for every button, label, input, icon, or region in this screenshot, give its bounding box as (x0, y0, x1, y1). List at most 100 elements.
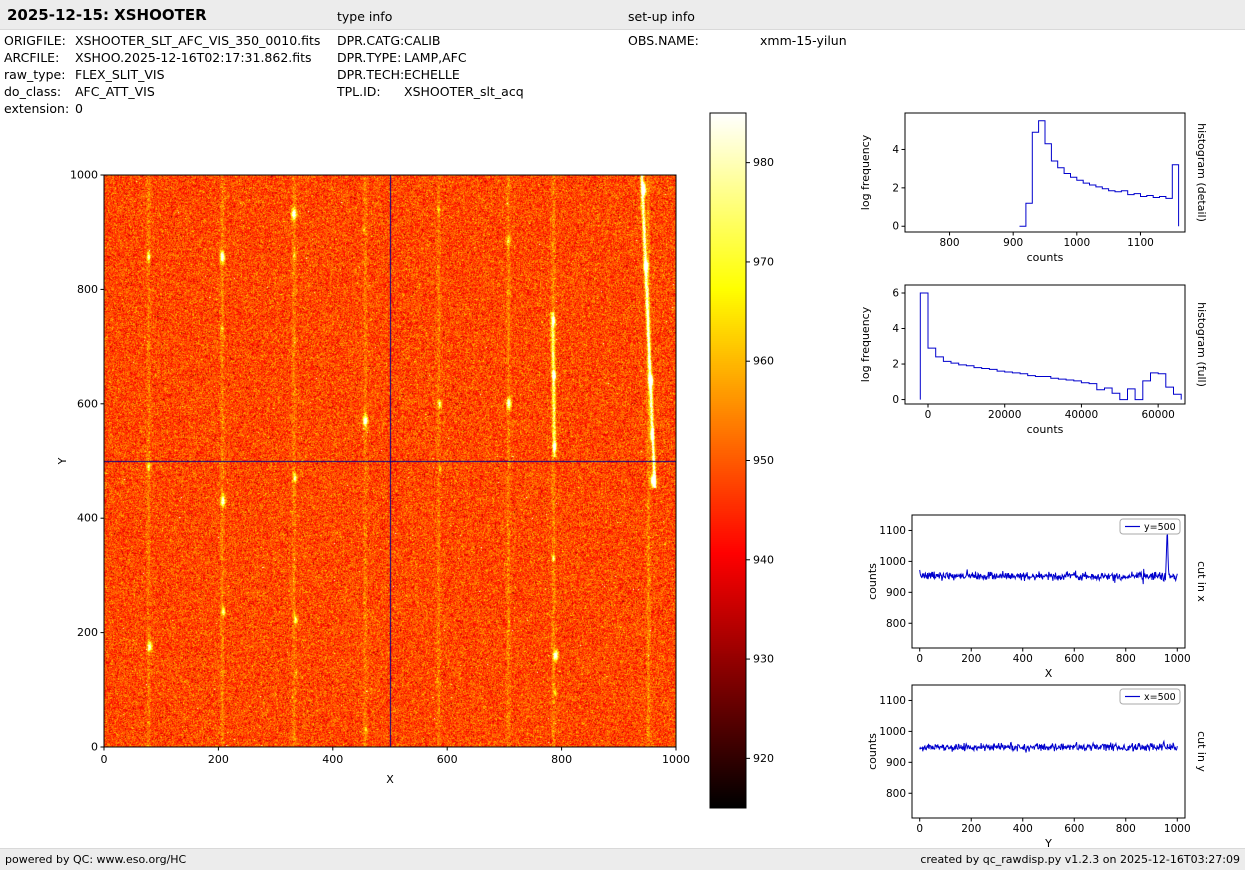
info-label: OBS.NAME: (628, 32, 760, 49)
y-axis-label: counts (866, 563, 879, 600)
info-value: XSHOOTER_slt_acq (404, 83, 524, 100)
info-label: DPR.TECH: (337, 66, 404, 83)
plot-frame (912, 515, 1185, 648)
info-row: DPR.TYPE:LAMP,AFC (337, 49, 524, 66)
plot-frame (905, 285, 1185, 404)
y-tick-label: 1000 (879, 726, 906, 738)
panel-cut_in_y: 0200400600800100080090010001100Ycountscu… (866, 685, 1208, 850)
x-tick-label: 400 (322, 753, 343, 766)
info-label: DPR.CATG: (337, 32, 404, 49)
setup-info-block: OBS.NAME:xmm-15-yilun (628, 32, 847, 49)
y-axis-label: log frequency (859, 306, 872, 382)
colorbar-tick-label: 920 (753, 752, 774, 765)
info-row: extension:0 (4, 100, 320, 117)
x-tick-label: 800 (551, 753, 572, 766)
raw-image-canvas (104, 175, 676, 747)
x-tick-label: 60000 (1141, 409, 1174, 421)
y-tick-label: 0 (892, 394, 899, 406)
y-tick-label: 0 (91, 741, 98, 754)
info-value: 0 (75, 100, 83, 117)
panel-histogram_full: 02000040000600000246countslog frequencyh… (859, 285, 1208, 436)
legend-box (1120, 519, 1180, 534)
plot-frame (905, 113, 1185, 232)
x-tick-label: 1000 (1063, 237, 1090, 249)
x-tick-label: 400 (1013, 823, 1033, 835)
footer-powered-by: powered by QC: www.eso.org/HC (5, 853, 186, 866)
y-tick-label: 4 (892, 323, 899, 335)
y-tick-label: 900 (886, 757, 906, 769)
y-tick-label: 6 (892, 287, 899, 299)
x-tick-label: 800 (1116, 823, 1136, 835)
x-tick-label: 0 (925, 409, 932, 421)
info-label: ORIGFILE: (4, 32, 75, 49)
y-tick-label: 2 (892, 359, 899, 371)
data-line (920, 534, 1178, 584)
x-tick-label: 600 (1064, 653, 1084, 665)
info-value: LAMP,AFC (404, 49, 467, 66)
info-value: ECHELLE (404, 66, 460, 83)
data-line (1020, 121, 1179, 227)
x-axis-label: counts (1027, 423, 1064, 436)
colorbar-tick-label: 960 (753, 355, 774, 368)
info-row: do_class:AFC_ATT_VIS (4, 83, 320, 100)
x-tick-label: 1000 (662, 753, 690, 766)
plot-frame (912, 685, 1185, 818)
legend-box (1120, 689, 1180, 704)
info-row: DPR.TECH:ECHELLE (337, 66, 524, 83)
info-value: AFC_ATT_VIS (75, 83, 155, 100)
qc-report-page: 2025-12-15: XSHOOTER type info set-up in… (0, 0, 1245, 870)
colorbar-tick-label: 980 (753, 156, 774, 169)
x-tick-label: 0 (916, 823, 923, 835)
y-tick-label: 1000 (70, 169, 98, 182)
legend-label: y=500 (1144, 522, 1176, 533)
info-label: ARCFILE: (4, 49, 75, 66)
y-tick-label: 900 (886, 587, 906, 599)
x-tick-label: 1000 (1164, 823, 1191, 835)
header-bar: 2025-12-15: XSHOOTER type info set-up in… (0, 0, 1245, 30)
type-info-block: DPR.CATG:CALIB DPR.TYPE:LAMP,AFC DPR.TEC… (337, 32, 524, 100)
y-axis-label: Y (56, 457, 69, 465)
x-tick-label: 900 (1003, 237, 1023, 249)
info-value: FLEX_SLIT_VIS (75, 66, 165, 83)
info-row: ORIGFILE:XSHOOTER_SLT_AFC_VIS_350_0010.f… (4, 32, 320, 49)
y-axis-label: log frequency (859, 134, 872, 210)
info-row: raw_type:FLEX_SLIT_VIS (4, 66, 320, 83)
info-row: DPR.CATG:CALIB (337, 32, 524, 49)
y-tick-label: 800 (886, 618, 906, 630)
info-label: do_class: (4, 83, 75, 100)
info-row: OBS.NAME:xmm-15-yilun (628, 32, 847, 49)
page-title: 2025-12-15: XSHOOTER (7, 6, 207, 24)
x-tick-label: 600 (1064, 823, 1084, 835)
data-line (920, 293, 1181, 400)
info-label: extension: (4, 100, 75, 117)
colorbar-tick-label: 970 (753, 255, 774, 268)
y-tick-label: 2 (892, 182, 899, 194)
x-tick-label: 200 (208, 753, 229, 766)
x-tick-label: 40000 (1065, 409, 1098, 421)
right-axis-label: cut in y (1195, 731, 1208, 772)
colorbar-canvas (710, 113, 746, 808)
legend-label: x=500 (1144, 692, 1176, 703)
y-tick-label: 200 (77, 626, 98, 639)
setup-info-heading: set-up info (628, 9, 695, 24)
y-tick-label: 800 (886, 788, 906, 800)
x-tick-label: 1100 (1127, 237, 1154, 249)
y-tick-label: 800 (77, 283, 98, 296)
right-axis-label: cut in x (1195, 561, 1208, 602)
x-tick-label: 800 (940, 237, 960, 249)
info-row: TPL.ID:XSHOOTER_slt_acq (337, 83, 524, 100)
colorbar-tick-label: 930 (753, 653, 774, 666)
panel-cut_in_x: 0200400600800100080090010001100Xcountscu… (866, 515, 1208, 680)
data-line (920, 741, 1178, 752)
y-tick-label: 1100 (879, 525, 906, 537)
file-info-block: ORIGFILE:XSHOOTER_SLT_AFC_VIS_350_0010.f… (4, 32, 320, 117)
info-value: CALIB (404, 32, 441, 49)
info-label: raw_type: (4, 66, 75, 83)
y-tick-label: 400 (77, 512, 98, 525)
footer-bar: powered by QC: www.eso.org/HC created by… (0, 848, 1245, 870)
x-axis-label: X (386, 773, 394, 786)
right-axis-label: histogram (detail) (1195, 123, 1208, 222)
y-tick-label: 4 (892, 144, 899, 156)
info-label: DPR.TYPE: (337, 49, 404, 66)
colorbar-tick-label: 940 (753, 553, 774, 566)
